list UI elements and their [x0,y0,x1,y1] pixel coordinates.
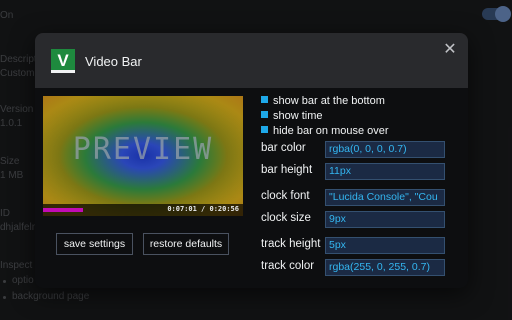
bar-height-label: bar height [261,164,313,176]
option-label: show time [273,110,323,122]
track-height-input[interactable]: 5px [325,237,445,254]
checkbox-icon[interactable] [261,96,268,103]
dialog-header: V Video Bar ✕ [35,33,468,88]
close-icon[interactable]: ✕ [442,42,458,58]
track-color-input[interactable]: rgba(255, 0, 255, 0.7) [325,259,445,276]
option-label: hide bar on mouse over [273,125,389,137]
clock-size-input[interactable]: 9px [325,211,445,228]
save-settings-button[interactable]: save settings [56,233,133,255]
track-height-label: track height [261,238,321,250]
option-show-time[interactable]: show time [261,110,323,122]
preview-area: PREVIEW 0:07:01 / 0:20:56 [43,96,243,216]
preview-progress-track [43,208,83,212]
checkbox-icon[interactable] [261,126,268,133]
preview-time-display: 0:07:01 / 0:20:56 [167,205,239,213]
option-show-bar-bottom[interactable]: show bar at the bottom [261,95,385,107]
preview-label: PREVIEW [72,132,214,167]
preview-video-bar: 0:07:01 / 0:20:56 [43,204,243,216]
track-color-label: track color [261,260,315,272]
bar-height-input[interactable]: 11px [325,163,445,180]
options-dialog: V Video Bar ✕ PREVIEW 0:07:01 / 0:20:56 … [35,33,468,288]
bar-color-input[interactable]: rgba(0, 0, 0, 0.7) [325,141,445,158]
option-hide-on-mouseover[interactable]: hide bar on mouse over [261,125,389,137]
clock-font-input[interactable]: "Lucida Console", "Cou [325,189,445,206]
restore-defaults-button[interactable]: restore defaults [143,233,229,255]
video-bar-logo-icon: V [51,49,75,73]
clock-size-label: clock size [261,212,311,224]
clock-font-label: clock font [261,190,310,202]
bar-color-label: bar color [261,142,306,154]
checkbox-icon[interactable] [261,111,268,118]
option-label: show bar at the bottom [273,95,385,107]
dialog-title: Video Bar [85,54,142,69]
